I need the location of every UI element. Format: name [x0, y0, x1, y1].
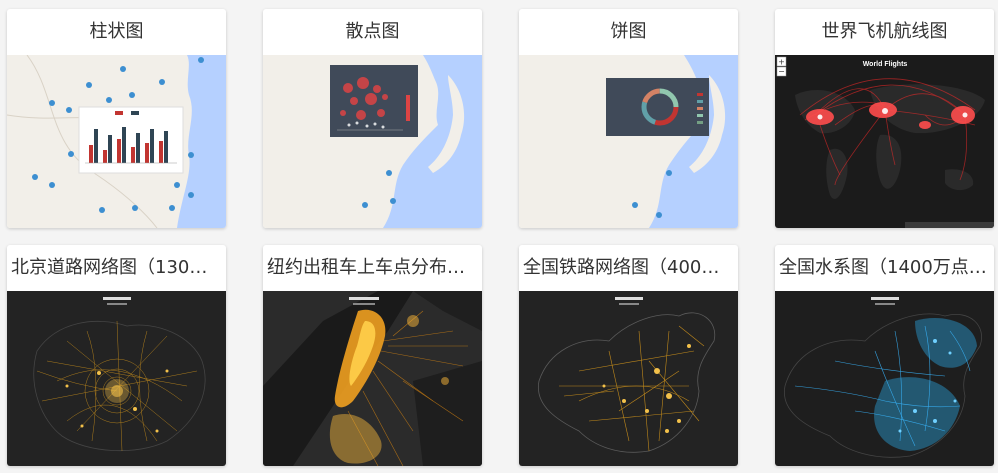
- card-title: 世界飞机航线图: [821, 21, 948, 42]
- example-card-china-railway[interactable]: 全国铁路网络图（400万…: [519, 245, 738, 466]
- card-title: 纽约出租车上车点分布图…: [267, 257, 482, 278]
- card-title: 柱状图: [89, 21, 144, 42]
- example-card-nyc-taxi[interactable]: 纽约出租车上车点分布图…: [263, 245, 482, 466]
- example-card-china-water[interactable]: 全国水系图（1400万点…: [775, 245, 994, 466]
- card-thumbnail: [7, 55, 226, 228]
- card-thumbnail: [263, 291, 482, 466]
- card-thumbnail: [775, 291, 994, 466]
- example-card-pie-chart[interactable]: 饼图: [519, 9, 738, 228]
- card-title: 全国铁路网络图（400万…: [523, 257, 738, 278]
- map-title: World Flights: [863, 61, 908, 68]
- card-title: 散点图: [345, 21, 400, 42]
- example-gallery: 柱状图 散点图 饼图 世界飞机航线图 World Flights + − 北京道…: [0, 0, 998, 473]
- card-thumbnail: [263, 55, 482, 228]
- card-title: 北京道路网络图（130万…: [11, 257, 226, 278]
- example-card-scatter-chart[interactable]: 散点图: [263, 9, 482, 228]
- zoom-controls[interactable]: + −: [776, 56, 787, 77]
- card-title: 全国水系图（1400万点…: [779, 257, 987, 278]
- card-thumbnail: [519, 55, 738, 228]
- plus-icon: +: [778, 58, 785, 67]
- minus-icon: −: [778, 67, 785, 76]
- example-card-world-flights[interactable]: 世界飞机航线图 World Flights + −: [775, 9, 994, 228]
- card-title: 饼图: [610, 21, 647, 42]
- card-thumbnail: World Flights + −: [775, 55, 994, 228]
- example-card-bar-chart[interactable]: 柱状图: [7, 9, 226, 228]
- attribution-bar: [905, 222, 994, 228]
- card-thumbnail: [7, 291, 226, 466]
- example-card-beijing-roads[interactable]: 北京道路网络图（130万…: [7, 245, 226, 466]
- card-thumbnail: [519, 291, 738, 466]
